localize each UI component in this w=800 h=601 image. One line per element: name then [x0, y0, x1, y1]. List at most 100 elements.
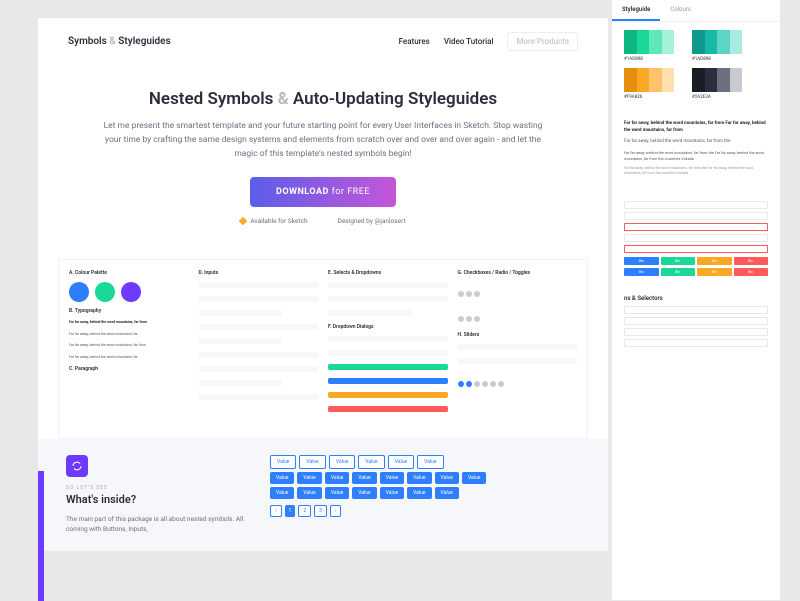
bar-orange — [328, 392, 448, 398]
btn-fill[interactable]: Value — [407, 472, 431, 484]
btn-fill[interactable]: Value — [380, 472, 404, 484]
input-row — [199, 366, 319, 372]
field-error[interactable] — [624, 223, 768, 231]
section2-eyebrow: So let's see — [66, 485, 246, 491]
btn-fill[interactable]: Value — [435, 487, 459, 499]
right-fields: Btn Btn Btn Btn Btn Btn Btn Btn — [612, 189, 780, 287]
field[interactable] — [624, 212, 768, 220]
btn-fill[interactable]: Value — [352, 487, 376, 499]
selector[interactable] — [624, 317, 768, 325]
section2-title: What's inside? — [66, 493, 246, 506]
purple-accent-bar — [38, 471, 44, 601]
sketch-icon — [239, 217, 247, 225]
hero-title-b: Auto-Updating Styleguides — [293, 89, 497, 109]
logo-ampersand: & — [109, 36, 116, 47]
tab-styleguide[interactable]: Styleguide — [612, 0, 660, 21]
btn-fill[interactable]: Value — [297, 472, 321, 484]
btn-blue[interactable]: Btn — [624, 268, 659, 276]
button-grid: Value Value Value Value Value Value — [270, 455, 580, 469]
pager[interactable]: 1 — [285, 505, 296, 517]
hero-title: Nested Symbols & Auto-Updating Styleguid… — [98, 89, 548, 109]
btn-fill[interactable]: Value — [380, 487, 404, 499]
selector[interactable] — [624, 306, 768, 314]
hero-meta: Available for Sketch Designed by @janlos… — [98, 217, 548, 225]
btn-fill[interactable]: Value — [352, 472, 376, 484]
pager[interactable]: › — [330, 505, 342, 517]
circle-blue — [69, 282, 89, 302]
cta-thin: for FREE — [332, 187, 370, 197]
btn-outline[interactable]: Value — [358, 455, 384, 469]
para-label: C. Paragraph — [69, 366, 189, 372]
section2-left: So let's see What's inside? The main par… — [66, 455, 246, 535]
preview-col-1: A. Colour Palette B. Typography Far far … — [69, 270, 189, 428]
selector[interactable] — [624, 339, 768, 347]
logo[interactable]: Symbols & Styleguides — [68, 36, 171, 47]
input-row — [199, 282, 319, 288]
btn-outline[interactable]: Value — [329, 455, 355, 469]
nav-features[interactable]: Features — [399, 37, 430, 46]
colour-circles — [69, 282, 189, 302]
btn-fill[interactable]: Value — [270, 487, 294, 499]
btn-orange[interactable]: Btn — [697, 257, 732, 265]
right-panel: Styleguide Colours #1AD898 #1AD898 #F9A8… — [612, 0, 780, 600]
btn-orange[interactable]: Btn — [697, 268, 732, 276]
btn-red[interactable]: Btn — [734, 268, 769, 276]
btn-fill[interactable]: Value — [462, 472, 486, 484]
input-row — [199, 394, 319, 400]
hero-title-amp: & — [278, 89, 289, 109]
sliders-label: H. Sliders — [458, 332, 578, 338]
pager[interactable]: 3 — [314, 505, 327, 517]
selector[interactable] — [624, 328, 768, 336]
check-icons — [458, 307, 578, 326]
check-label: G. Checkboxes / Radio / Toggles — [458, 270, 578, 276]
tab-colours[interactable]: Colours — [660, 0, 701, 21]
pager-grid: ‹ 1 2 3 › — [270, 505, 580, 517]
btn-fill[interactable]: Value — [407, 487, 431, 499]
preview-col-3: E. Selects & Dropdowns F. Dropdown Dialo… — [328, 270, 448, 428]
nav-links: Features Video Tutorial More Products — [399, 32, 578, 51]
field[interactable] — [624, 234, 768, 242]
btn-fill[interactable]: Value — [325, 472, 349, 484]
btn-fill[interactable]: Value — [325, 487, 349, 499]
button-grid: Value Value Value Value Value Value Valu… — [270, 472, 580, 484]
select-row — [328, 310, 412, 316]
btn-green[interactable]: Btn — [661, 268, 696, 276]
pager[interactable]: ‹ — [270, 505, 282, 517]
right-tabs: Styleguide Colours — [612, 0, 780, 22]
input-row — [199, 324, 319, 330]
colour-label: A. Colour Palette — [69, 270, 189, 276]
download-button[interactable]: DOWNLOAD for FREE — [250, 177, 396, 207]
styleguide-preview: A. Colour Palette B. Typography Far far … — [58, 259, 588, 439]
field[interactable] — [624, 201, 768, 209]
slider-row — [458, 344, 578, 350]
swatch-orange: #F9A826 — [624, 68, 674, 100]
typo-line-3: Far far away, behind the word mountains,… — [69, 343, 189, 349]
input-row — [199, 310, 283, 316]
field-error[interactable] — [624, 245, 768, 253]
btn-outline[interactable]: Value — [299, 455, 325, 469]
btn-red[interactable]: Btn — [734, 257, 769, 265]
swatch-teal: #1AD898 — [692, 30, 742, 62]
swatch-green: #1AD898 — [624, 30, 674, 62]
btn-outline[interactable]: Value — [388, 455, 414, 469]
right-buttons: Btn Btn Btn Btn — [624, 268, 768, 276]
btn-green[interactable]: Btn — [661, 257, 696, 265]
bar-green — [328, 364, 448, 370]
nav-tutorial[interactable]: Video Tutorial — [444, 37, 494, 46]
navbar: Symbols & Styleguides Features Video Tut… — [38, 18, 608, 65]
input-row — [199, 380, 283, 386]
btn-outline[interactable]: Value — [417, 455, 443, 469]
btn-fill[interactable]: Value — [435, 472, 459, 484]
pager[interactable]: 2 — [298, 505, 311, 517]
section2-right: Value Value Value Value Value Value Valu… — [270, 455, 580, 535]
btn-fill[interactable]: Value — [270, 472, 294, 484]
dropdown-row — [328, 350, 448, 356]
select-row — [328, 296, 448, 302]
swatch-dark: #2A2E3A — [692, 68, 742, 100]
slider-dots — [458, 372, 578, 391]
btn-fill[interactable]: Value — [297, 487, 321, 499]
btn-outline[interactable]: Value — [270, 455, 296, 469]
btn-blue[interactable]: Btn — [624, 257, 659, 265]
select-row — [328, 282, 448, 288]
nav-more-products[interactable]: More Products — [507, 32, 578, 51]
